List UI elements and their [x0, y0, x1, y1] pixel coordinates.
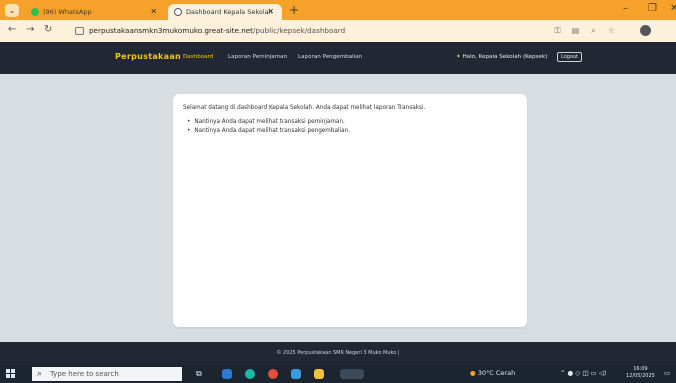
new-tab-button[interactable]: +: [289, 3, 299, 17]
tab-dashboard[interactable]: Dashboard Kepala Sekolah ✕: [168, 4, 282, 20]
search-icon: ⌕: [37, 369, 43, 379]
weather-icon: ●: [470, 369, 476, 377]
task-view-icon[interactable]: ⧉: [196, 369, 206, 379]
user-greeting: ✦ Halo, Kepala Sekolah (Kepsek): [456, 54, 547, 60]
reload-icon[interactable]: ↻: [44, 24, 52, 35]
site-navbar: Perpustakaan Dashboard Laporan Peminjama…: [0, 42, 676, 74]
profile-avatar-icon[interactable]: [640, 25, 651, 36]
system-tray-icons[interactable]: ⌃ ● ◇ ◫ ▭ ◁): [560, 369, 606, 377]
nav-dashboard[interactable]: Dashboard: [183, 54, 213, 60]
install-app-icon[interactable]: ▤: [570, 25, 581, 36]
notification-icon[interactable]: ▭: [664, 369, 670, 377]
url-host: perpustakaansmkn3mukomuko.great-site.net: [89, 26, 253, 35]
back-arrow-icon[interactable]: ←: [8, 24, 16, 35]
brand-logo-text[interactable]: Perpustakaan: [115, 52, 181, 61]
hand-wave-icon: ✦: [456, 54, 461, 60]
site-info-icon[interactable]: [75, 27, 84, 35]
close-icon[interactable]: ✕: [267, 4, 274, 20]
address-bar-row: ← → ↻ perpustakaansmkn3mukomuko.great-si…: [0, 20, 676, 42]
taskbar-clock[interactable]: 16:09 12/05/2025: [626, 366, 655, 380]
page-body: Selamat datang di dashboard Kepala Sekol…: [0, 74, 676, 342]
dashboard-card: Selamat datang di dashboard Kepala Sekol…: [173, 94, 527, 327]
edge-browser-icon[interactable]: [245, 369, 255, 379]
tab-whatsapp[interactable]: (96) WhatsApp ✕: [25, 4, 165, 20]
tab-search-chevron-icon[interactable]: ⌄: [5, 4, 19, 17]
browser-tab-strip: ⌄ (96) WhatsApp ✕ Dashboard Kepala Sekol…: [0, 0, 676, 20]
nav-laporan-pengembalian[interactable]: Laporan Pengembalian: [298, 54, 362, 60]
forward-arrow-icon[interactable]: →: [26, 24, 34, 35]
info-list: Nantinya Anda dapat melihat transaksi pe…: [187, 118, 350, 136]
maximize-icon[interactable]: ❐: [648, 3, 657, 14]
footer-text: © 2025 Perpustakaan SMK Negeri 3 Muko Mu…: [276, 350, 400, 356]
app-icon-2[interactable]: [291, 369, 301, 379]
minimize-icon[interactable]: –: [623, 3, 628, 14]
globe-icon: [174, 8, 182, 16]
taskbar-search-input[interactable]: ⌕ Type here to search: [32, 367, 182, 381]
close-icon[interactable]: ✕: [150, 4, 157, 20]
search-placeholder: Type here to search: [50, 370, 119, 378]
file-explorer-icon[interactable]: [314, 369, 324, 379]
weather-widget[interactable]: ● 30°C Cerah: [470, 369, 515, 377]
os-taskbar: ⌕ Type here to search ⧉ ● 30°C Cerah ⌃ ●…: [0, 365, 676, 383]
clock-date: 12/05/2025: [626, 373, 655, 379]
list-item: Nantinya Anda dapat melihat transaksi pe…: [187, 118, 350, 127]
welcome-text: Selamat datang di dashboard Kepala Sekol…: [183, 105, 426, 111]
tab-label: (96) WhatsApp: [43, 8, 92, 16]
active-app-icon[interactable]: [340, 369, 364, 379]
nav-laporan-peminjaman[interactable]: Laporan Peminjaman: [228, 54, 287, 60]
password-key-icon[interactable]: ⚿: [552, 25, 563, 36]
url-field[interactable]: perpustakaansmkn3mukomuko.great-site.net…: [69, 23, 529, 39]
list-item: Nantinya Anda dapat melihat transaksi pe…: [187, 127, 350, 136]
whatsapp-icon: [31, 8, 39, 16]
zoom-icon[interactable]: ⌕: [588, 25, 599, 36]
greeting-text: Halo, Kepala Sekolah (Kepsek): [462, 54, 548, 60]
site-footer: © 2025 Perpustakaan SMK Negeri 3 Muko Mu…: [0, 342, 676, 365]
bookmark-star-icon[interactable]: ☆: [606, 25, 617, 36]
close-window-icon[interactable]: ✕: [670, 3, 676, 14]
logout-button[interactable]: Logout: [557, 52, 583, 62]
clock-time: 16:09: [633, 366, 648, 372]
url-path: /public/kepsek/dashboard: [253, 26, 346, 35]
weather-text: 30°C Cerah: [477, 369, 516, 377]
app-icon-1[interactable]: [222, 369, 232, 379]
windows-start-icon[interactable]: [6, 369, 16, 379]
tab-label: Dashboard Kepala Sekolah: [186, 8, 273, 16]
chrome-browser-icon[interactable]: [268, 369, 278, 379]
